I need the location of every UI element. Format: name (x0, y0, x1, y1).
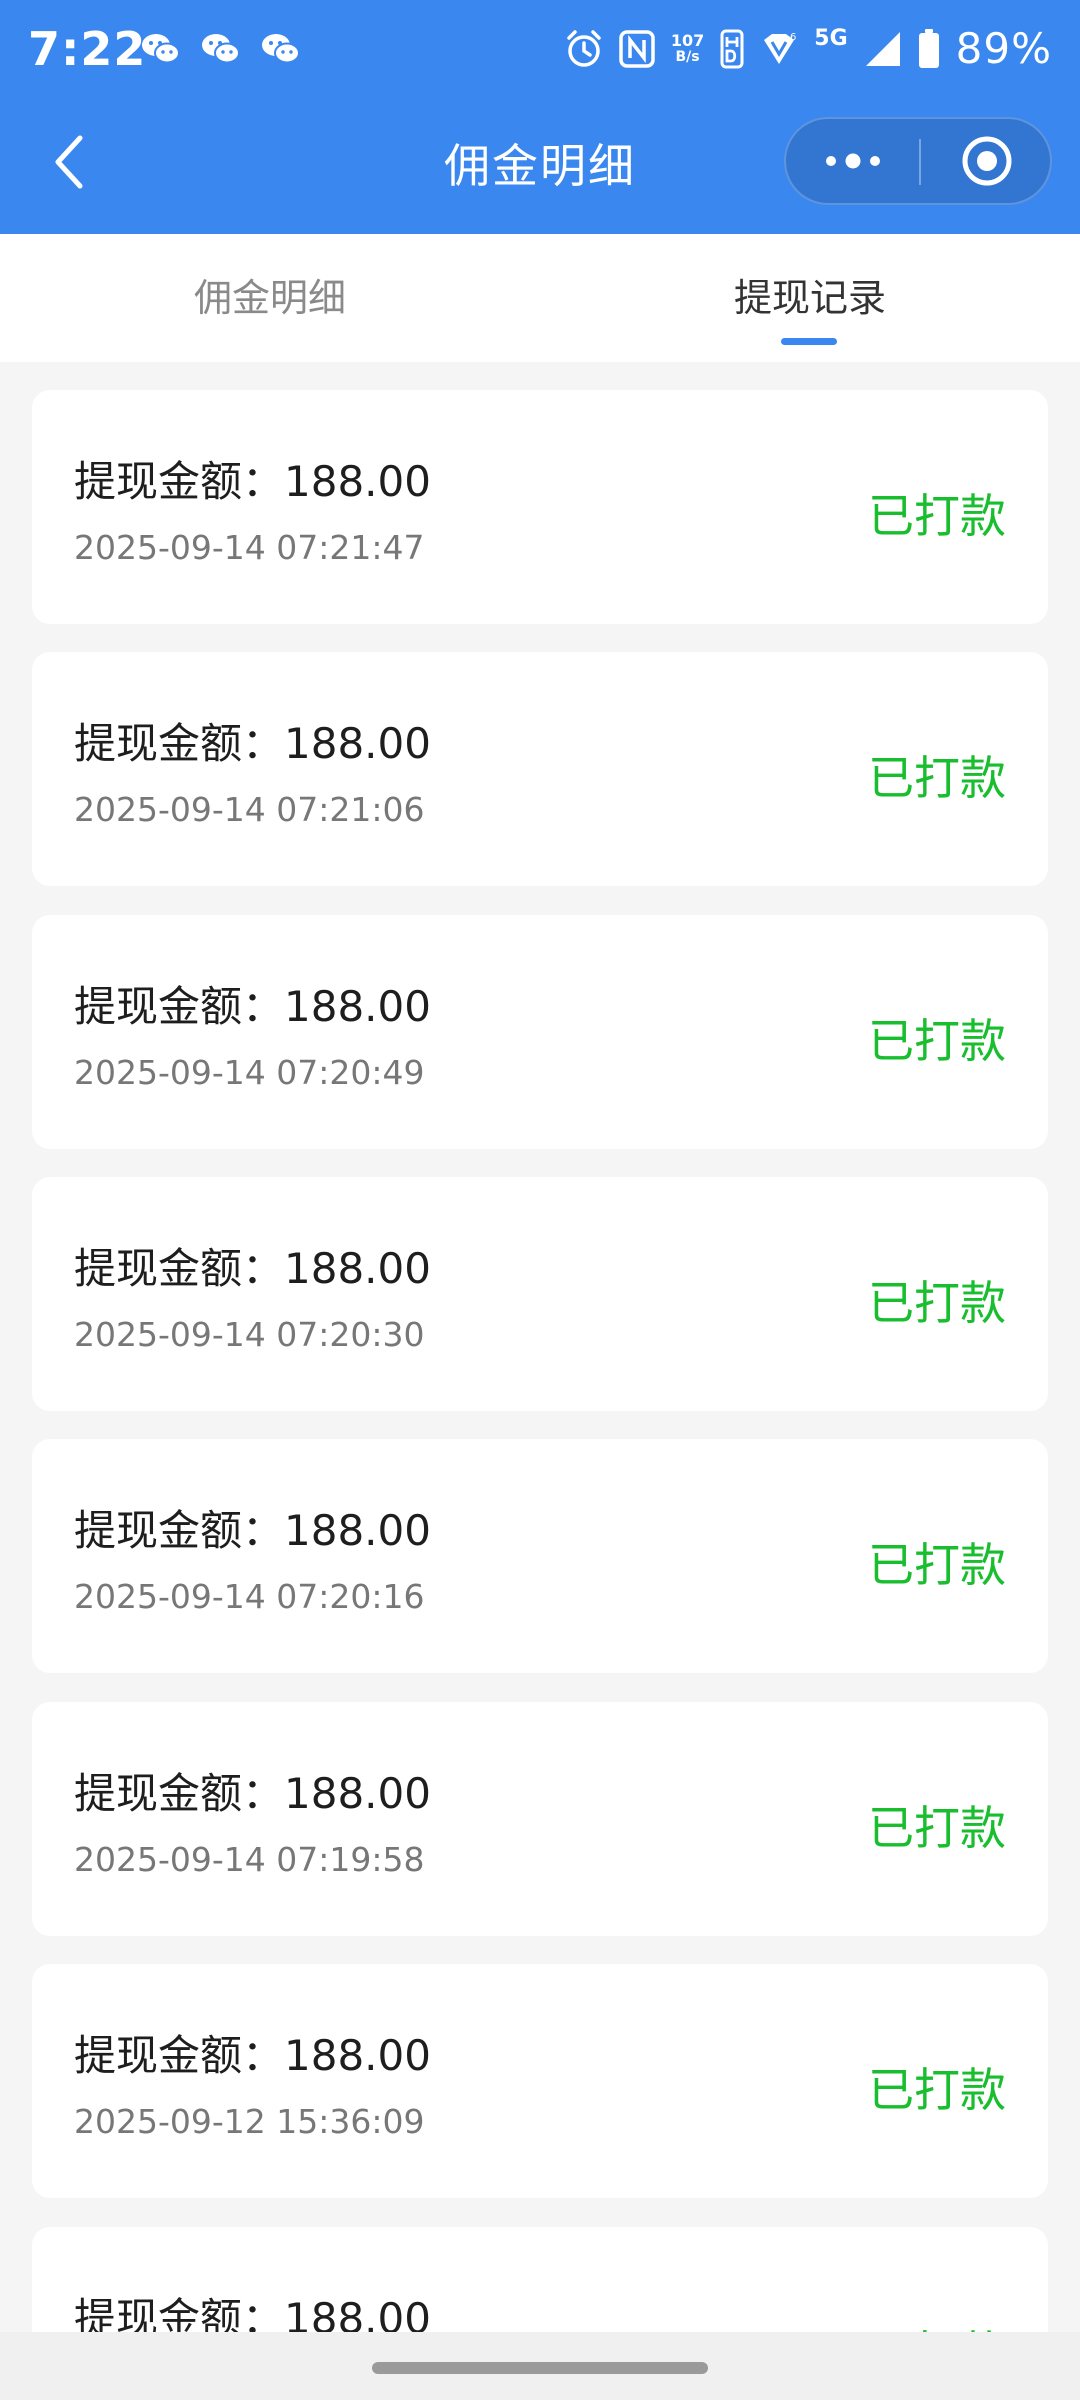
navigation-bar: 佣金明细 (0, 100, 1080, 234)
tab-commission-detail[interactable]: 佣金明细 (0, 234, 540, 362)
record-card[interactable]: 提现金额：188.00 2025-09-14 07:20:49 已打款 (32, 915, 1048, 1149)
notification-icons (140, 28, 302, 70)
hd-icon (720, 29, 744, 68)
withdrawal-time: 2025-09-14 07:20:49 (74, 1053, 425, 1092)
record-card[interactable]: 提现金额：188.00 2025-09-14 07:20:30 已打款 (32, 1177, 1048, 1411)
record-card[interactable]: 提现金额：188.00 2025-09-14 07:19:58 已打款 (32, 1702, 1048, 1936)
withdrawal-time: 2025-09-14 07:21:47 (74, 528, 425, 567)
wechat-icon (202, 34, 240, 64)
wechat-icon (142, 34, 180, 64)
net-speed-unit: B/s (675, 48, 700, 65)
withdrawal-amount: 提现金额：188.00 (74, 1769, 431, 1818)
payment-status: 已打款 (868, 489, 1006, 543)
withdrawal-amount: 提现金额：188.00 (74, 2294, 431, 2332)
payment-status: 已打款 (868, 2317, 1006, 2332)
network-type: 5G (814, 26, 848, 51)
signal-icon (865, 31, 900, 66)
withdrawal-amount: 提现金额：188.00 (74, 1244, 431, 1293)
withdrawal-amount: 提现金额：188.00 (74, 1506, 431, 1555)
withdrawal-amount: 提现金额：188.00 (74, 982, 431, 1031)
withdrawal-amount: 提现金额：188.00 (74, 719, 431, 768)
active-tab-indicator (781, 338, 837, 345)
battery-percent: 89% (955, 24, 1052, 73)
record-card[interactable]: 提现金额：188.00 已打款 (32, 2227, 1048, 2332)
withdrawal-amount: 提现金额：188.00 (74, 457, 431, 506)
more-button[interactable] (786, 119, 919, 203)
home-indicator[interactable] (372, 2362, 708, 2374)
withdrawal-time: 2025-09-14 07:21:06 (74, 790, 425, 829)
record-card[interactable]: 提现金额：188.00 2025-09-14 07:20:16 已打款 (32, 1439, 1048, 1673)
withdrawal-record-list[interactable]: 提现金额：188.00 2025-09-14 07:21:47 已打款 提现金额… (0, 362, 1080, 2332)
vpn-icon: 6 (764, 32, 797, 64)
more-icon (825, 153, 880, 169)
close-target-icon (962, 136, 1011, 186)
withdrawal-time: 2025-09-14 07:19:58 (74, 1840, 425, 1879)
alarm-icon (567, 29, 601, 67)
withdrawal-time: 2025-09-12 15:36:09 (74, 2102, 425, 2141)
withdrawal-amount: 提现金额：188.00 (74, 2031, 431, 2080)
battery-icon (918, 28, 939, 68)
nfc-icon (619, 29, 655, 68)
payment-status: 已打款 (868, 1801, 1006, 1855)
wechat-icon (262, 34, 300, 64)
payment-status: 已打款 (868, 2063, 1006, 2117)
payment-status: 已打款 (868, 1538, 1006, 1592)
withdrawal-time: 2025-09-14 07:20:30 (74, 1315, 425, 1354)
payment-status: 已打款 (868, 1276, 1006, 1330)
net-speed: 107 B/s (670, 30, 705, 65)
tab-bar: 佣金明细 提现记录 (0, 234, 1080, 362)
status-bar: 7:22 107 B/s 6 5G 89% (0, 0, 1080, 100)
record-card[interactable]: 提现金额：188.00 2025-09-12 15:36:09 已打款 (32, 1964, 1048, 2198)
payment-status: 已打款 (868, 1014, 1006, 1068)
gesture-bar (0, 2332, 1080, 2400)
net-speed-value: 107 (670, 30, 705, 50)
payment-status: 已打款 (868, 751, 1006, 805)
mini-program-capsule (784, 117, 1052, 205)
svg-text:6: 6 (790, 32, 796, 43)
record-card[interactable]: 提现金额：188.00 2025-09-14 07:21:47 已打款 (32, 390, 1048, 624)
close-button[interactable] (921, 119, 1052, 203)
record-card[interactable]: 提现金额：188.00 2025-09-14 07:21:06 已打款 (32, 652, 1048, 886)
status-time: 7:22 (28, 22, 147, 76)
system-status: 107 B/s 6 5G 89% (565, 24, 1052, 73)
withdrawal-time: 2025-09-14 07:20:16 (74, 1577, 425, 1616)
top-bar: 7:22 107 B/s 6 5G 89% 佣金明细 (0, 0, 1080, 234)
